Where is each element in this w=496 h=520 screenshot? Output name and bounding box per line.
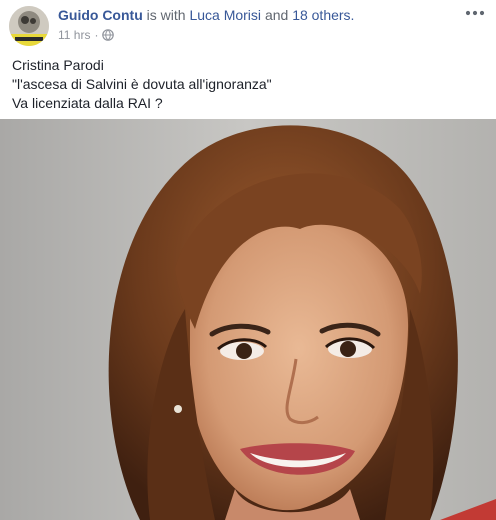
- more-options-button[interactable]: [464, 6, 486, 20]
- others-link[interactable]: 18 others.: [292, 7, 354, 23]
- author-name-link[interactable]: Guido Contu: [58, 7, 143, 23]
- post-meta: 11 hrs ·: [58, 28, 115, 42]
- author-avatar[interactable]: [9, 6, 49, 46]
- timestamp-link[interactable]: 11 hrs: [58, 28, 90, 42]
- post-text-line-3: Va licenziata dalla RAI ?: [12, 95, 163, 111]
- post-photo[interactable]: [0, 119, 496, 520]
- post-header: Guido Contu is with Luca Morisi and 18 o…: [0, 0, 496, 50]
- facebook-post: Guido Contu is with Luca Morisi and 18 o…: [0, 0, 496, 520]
- author-line: Guido Contu is with Luca Morisi and 18 o…: [58, 7, 354, 23]
- with-text: is with: [146, 7, 186, 23]
- post-text-line-2: "l'ascesa di Salvini è dovuta all'ignora…: [12, 76, 272, 92]
- and-text: and: [264, 7, 289, 23]
- meta-separator: ·: [94, 28, 99, 42]
- more-dots-icon: [465, 10, 485, 16]
- post-message: Cristina Parodi "l'ascesa di Salvini è d…: [12, 56, 272, 113]
- post-text-line-1: Cristina Parodi: [12, 57, 104, 73]
- globe-icon[interactable]: [102, 29, 115, 41]
- tagged-person-link[interactable]: Luca Morisi: [189, 7, 261, 23]
